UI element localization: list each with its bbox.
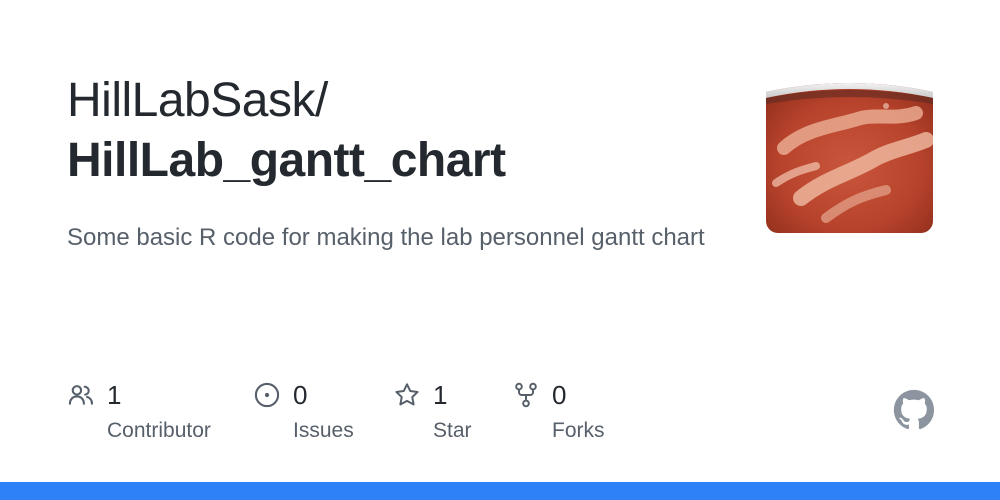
issues-label: Issues	[293, 419, 354, 442]
star-icon	[395, 383, 419, 406]
issues-count: 0	[293, 380, 308, 410]
repo-forked-icon	[515, 382, 537, 408]
repo-social-card: HillLabSask/ HillLab_gantt_chart Some ba…	[0, 0, 1000, 500]
forks-label: Forks	[552, 419, 605, 442]
github-mark-icon[interactable]	[893, 389, 935, 431]
owner-avatar[interactable]	[766, 78, 933, 233]
stars-label: Star	[433, 419, 472, 442]
stars-count: 1	[433, 380, 448, 410]
accent-bar	[0, 482, 1000, 500]
contributors-count: 1	[107, 380, 122, 410]
issue-opened-icon	[254, 382, 280, 408]
petri-dish-image	[766, 78, 933, 233]
repo-name[interactable]: HillLab_gantt_chart	[67, 132, 506, 190]
people-icon	[68, 385, 94, 405]
repo-owner[interactable]: HillLabSask/	[67, 72, 328, 130]
contributors-label: Contributor	[107, 419, 211, 442]
repo-description: Some basic R code for making the lab per…	[67, 224, 705, 251]
forks-count: 0	[552, 380, 567, 410]
